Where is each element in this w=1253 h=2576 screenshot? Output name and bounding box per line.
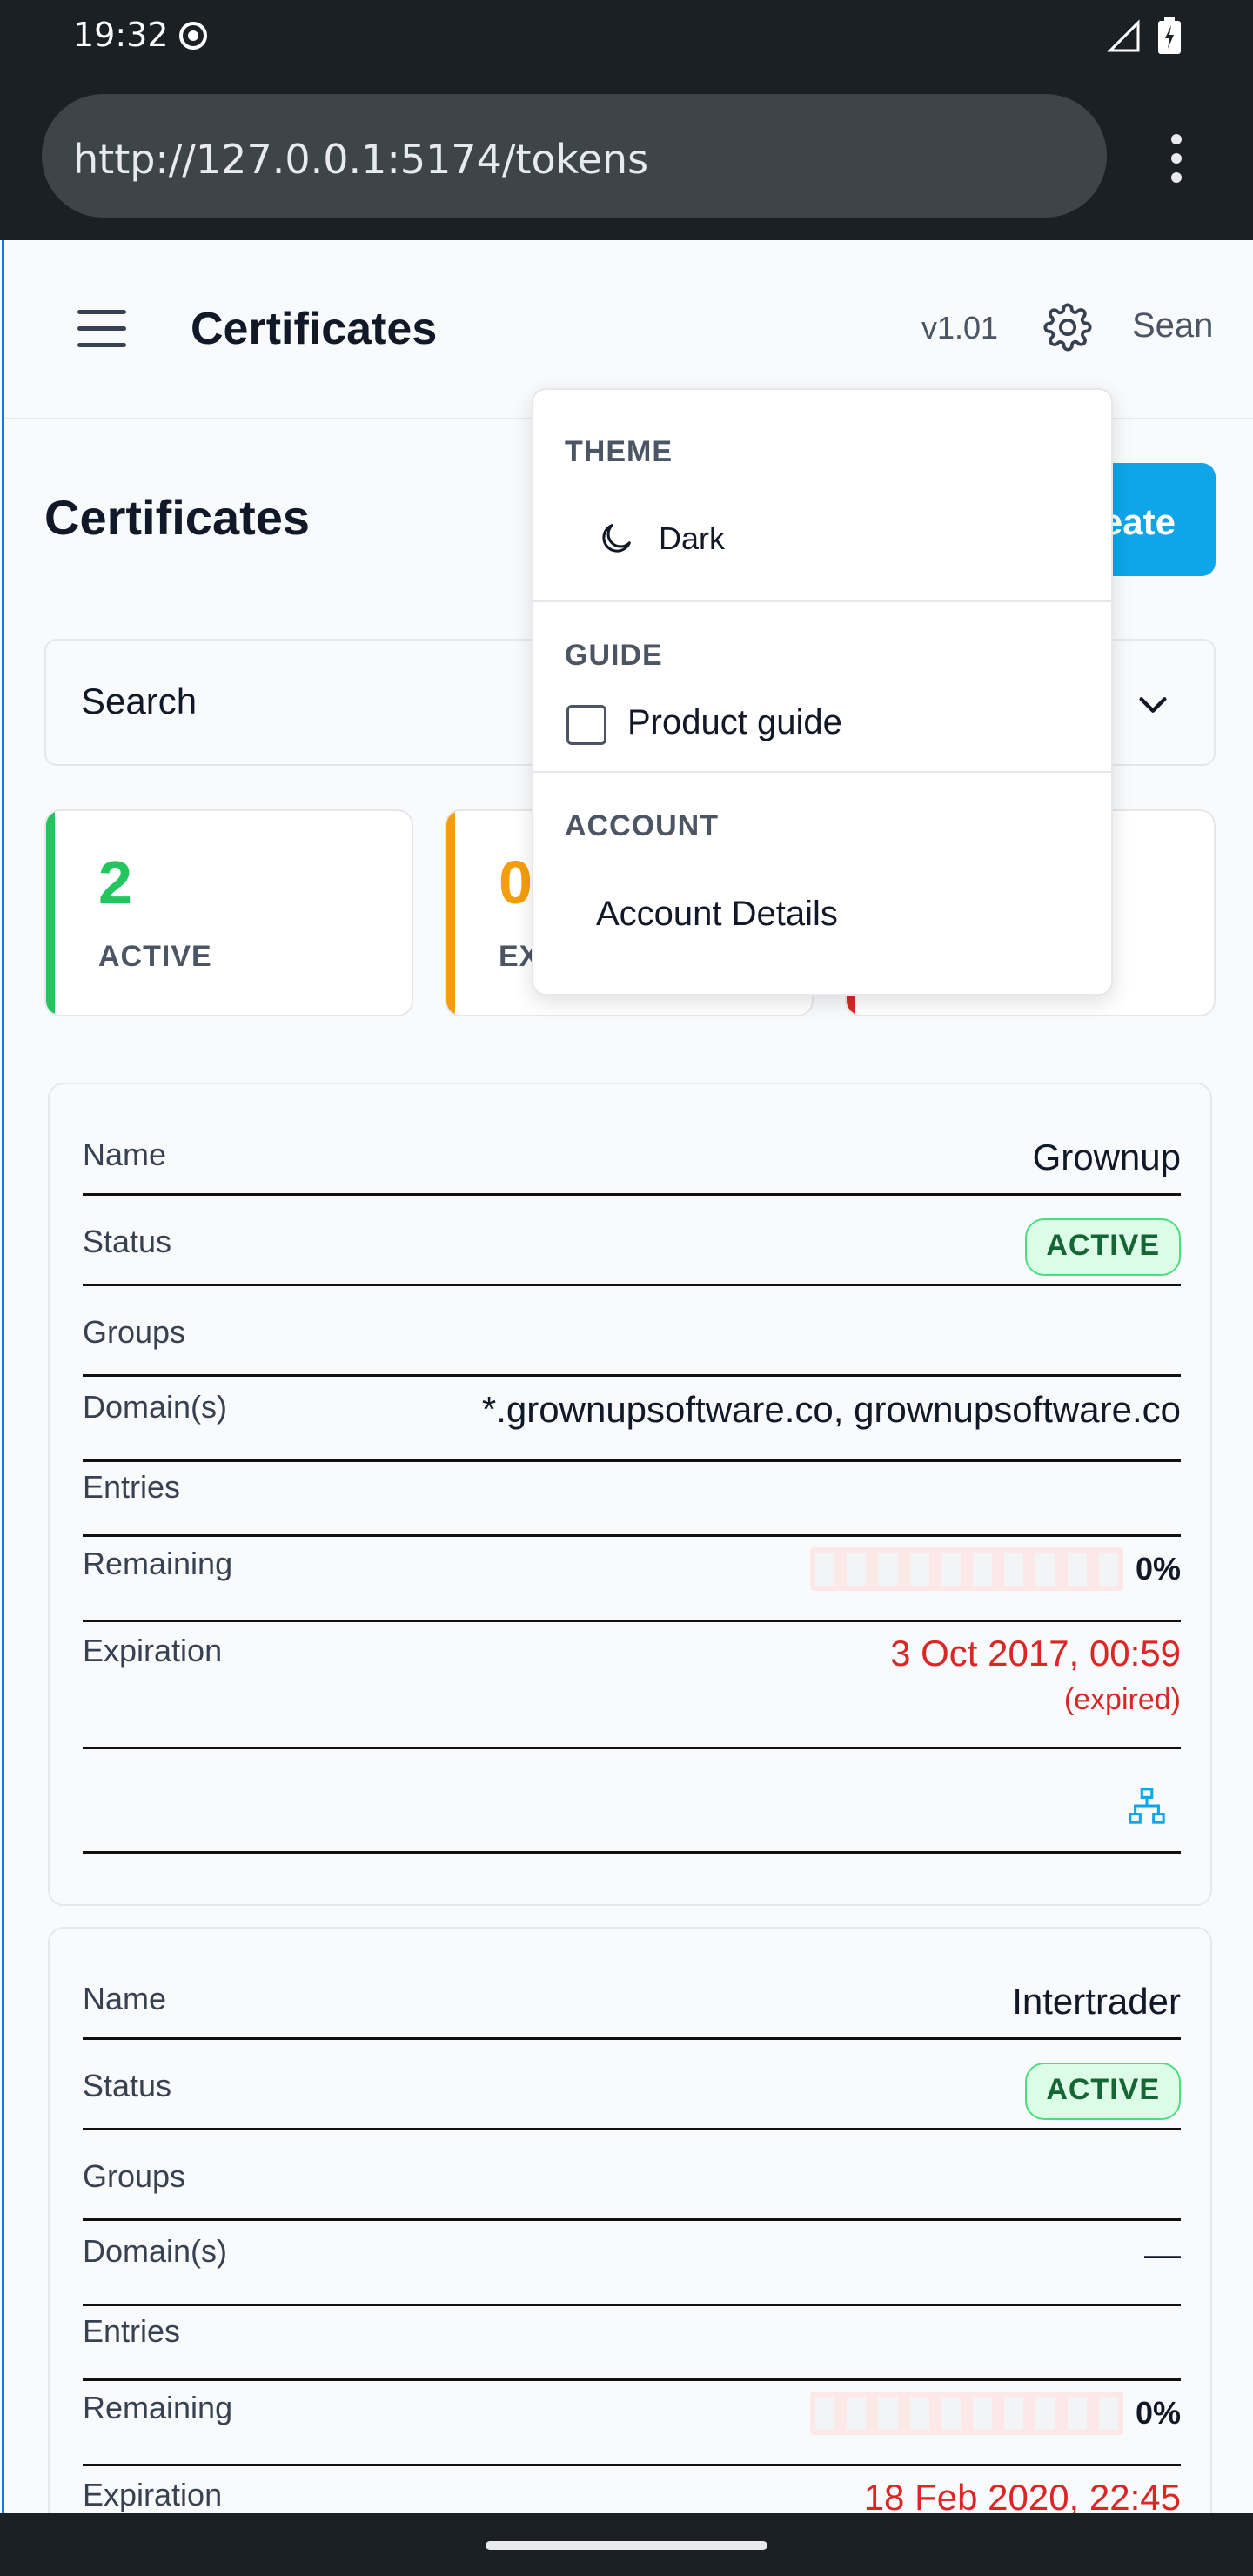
menu-divider: [533, 600, 1111, 602]
expiration-date: 3 Oct 2017, 00:59: [890, 1633, 1181, 1674]
remaining-progress-bar: [810, 2392, 1123, 2435]
product-guide-checkbox[interactable]: [566, 705, 606, 745]
row-groups: Groups: [83, 1314, 1181, 1377]
account-section-title: ACCOUNT: [565, 809, 719, 842]
status-badge: ACTIVE: [1025, 2063, 1181, 2120]
field-label: Name: [83, 1981, 167, 2016]
kebab-menu-icon[interactable]: [1166, 134, 1187, 183]
status-bar: 19:32: [0, 0, 1253, 73]
row-name: Name Intertrader: [83, 1981, 1181, 2040]
network-tree-icon[interactable]: [1127, 1786, 1167, 1826]
certificate-name[interactable]: Intertrader: [1012, 1981, 1181, 2023]
stat-value: 2: [98, 849, 132, 916]
status-time: 19:32: [73, 16, 169, 54]
field-label: Expiration: [83, 2477, 223, 2512]
remaining-percent: 0%: [1135, 2395, 1181, 2431]
field-label: Status: [83, 1224, 172, 1259]
row-domains: Domain(s) *.grownupsoftware.co, grownups…: [83, 1389, 1181, 1462]
stat-card-active[interactable]: 2 ACTIVE: [44, 809, 413, 1016]
expiration-date: 18 Feb 2020, 22:45: [863, 2477, 1181, 2513]
domains-value: *.grownupsoftware.co, grownupsoftware.co: [481, 1389, 1181, 1430]
field-label: Domain(s): [83, 1389, 228, 1425]
battery-icon: [1158, 17, 1181, 54]
field-label: Groups: [83, 1314, 186, 1350]
chevron-down-icon[interactable]: [1136, 688, 1170, 722]
stat-label: ACTIVE: [98, 940, 212, 973]
row-status: Status ACTIVE: [83, 2063, 1181, 2130]
remaining-progress-bar: [810, 1547, 1123, 1591]
url-text[interactable]: http://127.0.0.1:5174/tokens: [73, 136, 648, 183]
field-label: Status: [83, 2068, 172, 2103]
row-remaining: Remaining 0%: [83, 2390, 1181, 2466]
remaining-percent: 0%: [1135, 1551, 1181, 1587]
theme-section-title: THEME: [565, 435, 673, 468]
row-expiration: Expiration 3 Oct 2017, 00:59 (expired): [83, 1633, 1181, 1749]
theme-dark-label: Dark: [659, 520, 726, 556]
search-label: Search: [81, 681, 198, 721]
certificate-name[interactable]: Grownup: [1033, 1137, 1181, 1178]
menu-divider: [533, 771, 1111, 773]
expired-note: (expired): [1063, 1683, 1181, 1716]
app-title: Certificates: [191, 304, 438, 354]
home-gesture-handle[interactable]: [486, 2541, 767, 2550]
settings-dropdown: THEME Dark GUIDE Product guide ACCOUNT A…: [532, 388, 1113, 996]
row-status: Status ACTIVE: [83, 1218, 1181, 1286]
user-name[interactable]: Sean: [1132, 306, 1213, 345]
row-expiration: Expiration 18 Feb 2020, 22:45: [83, 2477, 1181, 2513]
stat-accent-bar: [46, 811, 55, 1015]
signal-icon: [1107, 19, 1140, 52]
row-remaining: Remaining 0%: [83, 1546, 1181, 1622]
field-label: Remaining: [83, 2390, 233, 2425]
certificate-card: Name Grownup Status ACTIVE Groups Domain…: [48, 1083, 1212, 1906]
radio-dot-icon: [179, 22, 207, 50]
field-label: Entries: [83, 2313, 181, 2349]
status-badge: ACTIVE: [1025, 1218, 1181, 1276]
row-actions: [83, 1760, 1181, 1854]
stat-accent-bar: [446, 811, 455, 1015]
browser-toolbar: http://127.0.0.1:5174/tokens: [0, 73, 1253, 240]
row-name: Name Grownup: [83, 1137, 1181, 1196]
row-groups: Groups: [83, 2158, 1181, 2221]
page-title: Certificates: [44, 490, 311, 545]
version-label: v1.01: [921, 310, 999, 345]
gear-icon[interactable]: [1043, 303, 1092, 352]
field-label: Name: [83, 1137, 167, 1172]
domains-value: —: [1144, 2233, 1181, 2274]
theme-dark-option[interactable]: Dark: [533, 494, 1111, 581]
app-container: Certificates v1.01 Sean Certificates Cre…: [2, 240, 1253, 2513]
moon-icon: [602, 524, 631, 553]
hamburger-icon[interactable]: [77, 310, 126, 348]
field-label: Expiration: [83, 1633, 223, 1668]
stat-value: 0: [499, 849, 533, 916]
product-guide-label[interactable]: Product guide: [627, 703, 842, 742]
row-domains: Domain(s) —: [83, 2233, 1181, 2306]
certificate-card: Name Intertrader Status ACTIVE Groups Do…: [48, 1927, 1212, 2513]
guide-section-title: GUIDE: [565, 639, 663, 672]
field-label: Entries: [83, 1469, 181, 1505]
row-entries: Entries: [83, 2313, 1181, 2381]
url-bar[interactable]: http://127.0.0.1:5174/tokens: [42, 94, 1107, 218]
system-nav-bar: [0, 2513, 1253, 2576]
field-label: Remaining: [83, 1546, 233, 1581]
row-entries: Entries: [83, 1469, 1181, 1537]
field-label: Domain(s): [83, 2233, 228, 2269]
field-label: Groups: [83, 2158, 186, 2194]
account-details-link[interactable]: Account Details: [596, 895, 838, 934]
